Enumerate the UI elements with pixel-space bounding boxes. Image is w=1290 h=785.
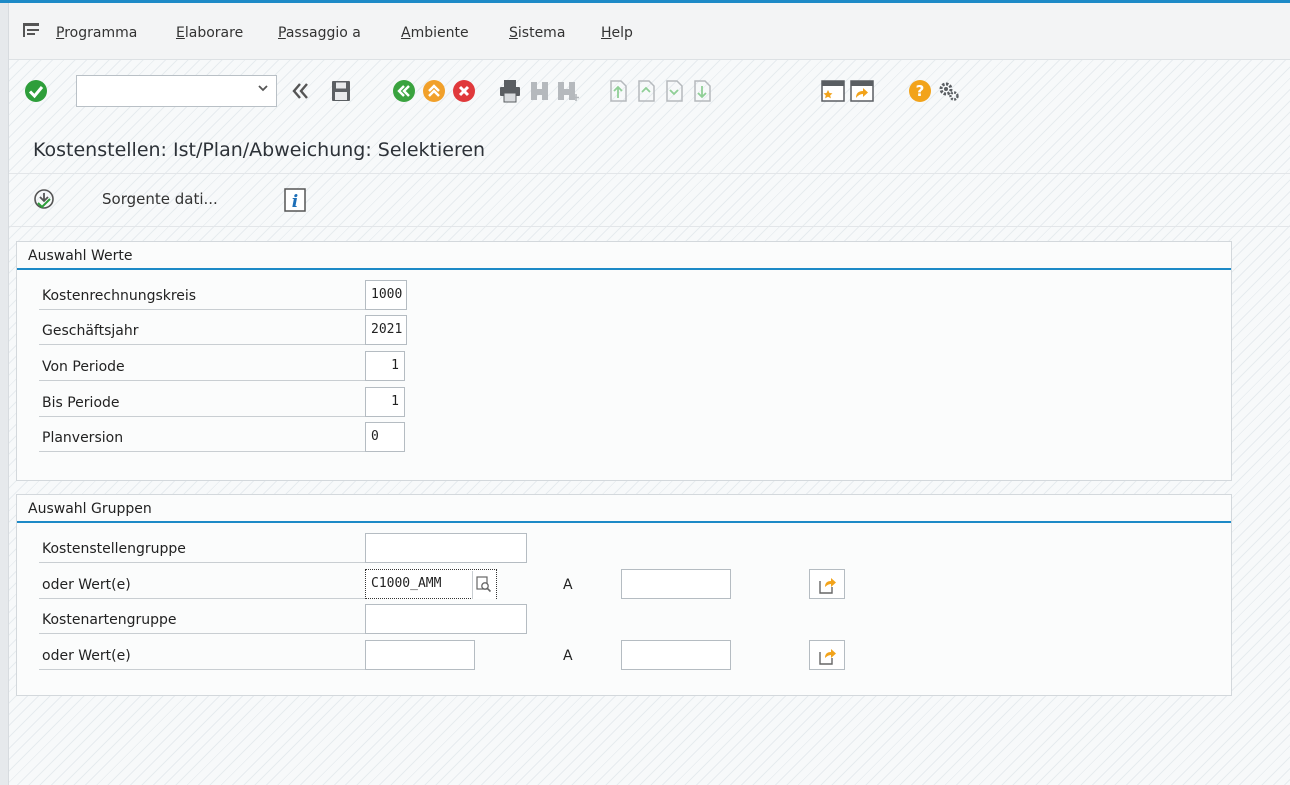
exit-icon[interactable] xyxy=(422,79,446,107)
label-oder-werte-1: oder Wert(e) xyxy=(39,571,365,599)
menu-toggle-icon[interactable] xyxy=(23,23,39,41)
menu-ambiente[interactable]: Ambiente xyxy=(401,25,469,41)
back-double-icon[interactable] xyxy=(290,80,312,106)
multiple-selection-icon xyxy=(819,649,836,665)
svg-text:?: ? xyxy=(916,82,925,100)
group-auswahl-werte: Auswahl Werte Kostenrechnungskreis 1000 … xyxy=(16,241,1232,481)
field-value: C1000_AMM xyxy=(371,576,442,591)
info-icon[interactable]: i xyxy=(284,188,306,216)
menu-help[interactable]: Help xyxy=(601,25,633,41)
create-session-icon[interactable] xyxy=(821,80,845,106)
cancel-icon[interactable] xyxy=(452,79,476,107)
window-left-edge xyxy=(0,3,9,785)
label-bis-periode: Bis Periode xyxy=(39,389,365,417)
field-kostenstellengruppe[interactable] xyxy=(365,533,527,563)
field-geschaeftsjahr[interactable]: 2021 xyxy=(365,315,407,345)
command-field[interactable] xyxy=(76,75,277,107)
label-planversion: Planversion xyxy=(39,424,365,452)
next-page-icon[interactable] xyxy=(664,80,684,106)
group-auswahl-gruppen: Auswahl Gruppen Kostenstellengruppe oder… xyxy=(16,494,1232,696)
menu-elaborare[interactable]: Elaborare xyxy=(176,25,243,41)
last-page-icon[interactable] xyxy=(692,80,712,106)
command-dropdown-icon[interactable] xyxy=(257,82,269,98)
field-kostenstelle-to[interactable] xyxy=(621,569,731,599)
settings-icon[interactable] xyxy=(937,79,961,107)
page-title: Kostenstellen: Ist/Plan/Abweichung: Sele… xyxy=(33,139,486,161)
field-kostenstelle-from[interactable]: C1000_AMM xyxy=(365,569,497,599)
to-label-1: A xyxy=(563,577,573,593)
find-next-icon[interactable] xyxy=(556,80,580,106)
print-icon[interactable] xyxy=(499,79,521,107)
menu-passaggio-a[interactable]: Passaggio a xyxy=(278,25,361,41)
menu-bar: Programma Elaborare Passaggio a Ambiente… xyxy=(9,3,1290,60)
title-bar: Kostenstellen: Ist/Plan/Abweichung: Sele… xyxy=(9,127,1290,174)
standard-toolbar: ? xyxy=(9,60,1290,126)
field-kostenrechnungskreis[interactable]: 1000 xyxy=(365,280,407,310)
execute-clock-icon[interactable] xyxy=(33,188,55,214)
label-kostenrechnungskreis: Kostenrechnungskreis xyxy=(39,282,365,310)
back-icon[interactable] xyxy=(392,79,416,107)
group-header: Auswahl Gruppen xyxy=(17,495,1231,523)
label-oder-werte-2: oder Wert(e) xyxy=(39,642,365,670)
field-von-periode[interactable]: 1 xyxy=(365,351,405,381)
label-von-periode: Von Periode xyxy=(39,353,365,381)
field-kostenart-from[interactable] xyxy=(365,640,475,670)
label-kostenartengruppe: Kostenartengruppe xyxy=(39,606,365,634)
first-page-icon[interactable] xyxy=(608,80,628,106)
field-kostenartengruppe[interactable] xyxy=(365,604,527,634)
field-kostenart-to[interactable] xyxy=(621,640,731,670)
shortcut-icon[interactable] xyxy=(850,80,874,106)
find-icon[interactable] xyxy=(529,80,551,106)
previous-page-icon[interactable] xyxy=(636,80,656,106)
application-toolbar: Sorgente dati... i xyxy=(9,174,1290,227)
multiple-selection-button-2[interactable] xyxy=(809,640,845,670)
group-title: Auswahl Gruppen xyxy=(28,501,152,517)
enter-check-icon[interactable] xyxy=(24,79,48,107)
help-icon[interactable]: ? xyxy=(908,79,932,107)
svg-text:i: i xyxy=(292,192,298,212)
multiple-selection-icon xyxy=(819,578,836,594)
field-bis-periode[interactable]: 1 xyxy=(365,387,405,417)
menu-sistema[interactable]: Sistema xyxy=(509,25,565,41)
to-label-2: A xyxy=(563,648,573,664)
source-data-button[interactable]: Sorgente dati... xyxy=(102,190,218,208)
field-planversion[interactable]: 0 xyxy=(365,422,405,452)
label-kostenstellengruppe: Kostenstellengruppe xyxy=(39,535,365,563)
group-title: Auswahl Werte xyxy=(28,248,133,264)
save-icon[interactable] xyxy=(331,80,351,106)
value-help-icon[interactable] xyxy=(472,571,495,599)
menu-programma[interactable]: Programma xyxy=(56,25,137,41)
multiple-selection-button-1[interactable] xyxy=(809,569,845,599)
group-header: Auswahl Werte xyxy=(17,242,1231,270)
label-geschaeftsjahr: Geschäftsjahr xyxy=(39,317,365,345)
